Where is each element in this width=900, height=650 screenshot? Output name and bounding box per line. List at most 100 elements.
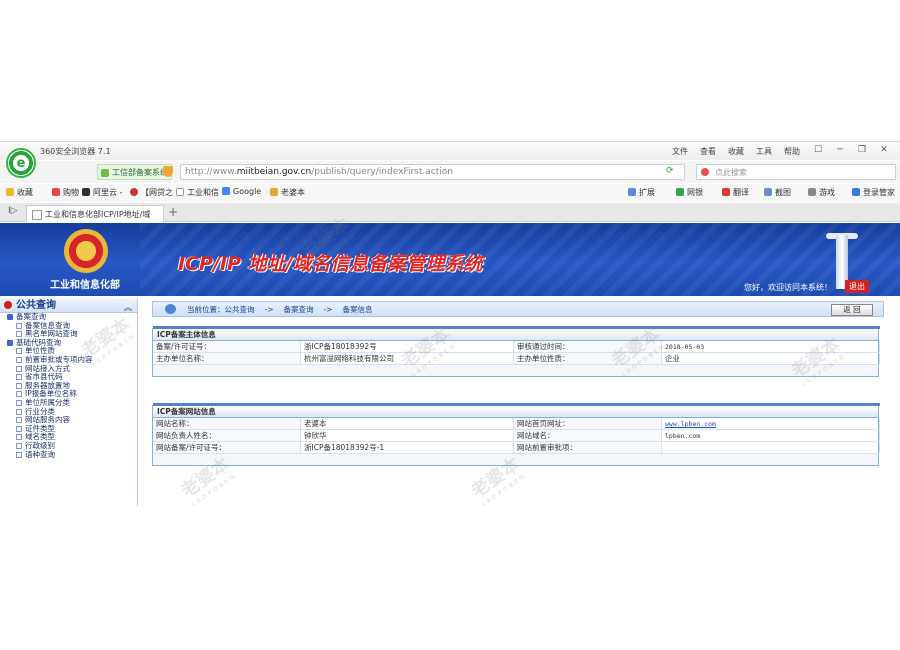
location-icon — [165, 304, 176, 314]
web-page: 工业和信息化部 ICP/IP 地址/域名信息备案管理系统 您好，欢迎访问本系统！… — [0, 214, 900, 509]
field-label: 备案/许可证号： — [153, 341, 301, 353]
red-dot-icon — [4, 301, 12, 309]
field-label: 网站首页网址： — [514, 418, 662, 430]
breadcrumb: 当前位置：公共查询 -> 备案查询 -> 备案信息 — [152, 301, 884, 317]
toolbar-login-manager[interactable]: 登录管家 — [852, 187, 895, 198]
page-icon — [16, 434, 22, 441]
site-tag[interactable]: 工信部备案系统 — [97, 164, 172, 180]
system-title: ICP/IP 地址/域名信息备案管理系统 — [178, 253, 483, 275]
site-table: 网站名称： 老婆本 网站首页网址： www.lpben.com 网站负责人姓名： 钟欣华网… — [153, 418, 880, 454]
bookmarks-bar: 收藏 购物 阿里云 - 【网贷之 工业和信 Google 老婆本 扩展 网银 翻… — [0, 184, 900, 202]
url-input[interactable]: http://www.miitbeian.gov.cn/publish/quer… — [180, 164, 685, 180]
sidebar-item-label: 语种查询 — [25, 449, 55, 459]
main-content: 当前位置：公共查询 -> 备案查询 -> 备案信息 返 回 ICP备案主体信息 备案/许… — [144, 298, 894, 506]
sidebar-header[interactable]: 公共查询 ︽ — [0, 298, 137, 313]
page-icon — [16, 408, 22, 415]
field-label: 主办单位名称： — [153, 353, 301, 365]
field-label: 网站负责人姓名： — [153, 430, 301, 442]
page-icon — [16, 348, 22, 355]
sidebar: 公共查询 ︽ 备案查询 备案信息查询 黑名单网站查询 基础代码查询 单位性质 前置审批或专项… — [0, 298, 138, 506]
field-value — [662, 442, 880, 454]
field-value[interactable]: www.lpben.com — [662, 418, 880, 430]
field-value: lpben.com — [662, 430, 880, 442]
new-tab-icon[interactable]: + — [168, 205, 178, 219]
tab-bar: I▷ 工业和信息化部ICP/IP地址/域 + — [0, 203, 900, 222]
back-button[interactable]: 返 回 — [831, 304, 873, 316]
bookmark-laopoben[interactable]: 老婆本 — [270, 187, 305, 198]
field-value: 钟欣华 — [301, 430, 514, 442]
page-icon — [16, 417, 22, 424]
bookmark-aliyun[interactable]: 阿里云 - — [82, 187, 122, 198]
sidebar-item[interactable]: 行政级别 — [0, 441, 137, 451]
page-icon — [16, 356, 22, 363]
national-emblem-icon — [64, 229, 108, 273]
field-value: 2018-05-03 — [662, 341, 880, 353]
toolbar-screenshot[interactable]: 截图 — [764, 187, 791, 198]
menu-file[interactable]: 文件 — [672, 146, 688, 157]
sidebar-item[interactable]: 语种查询 — [0, 449, 137, 460]
breadcrumb-item: 备案信息 — [342, 305, 373, 314]
bookmark-google[interactable]: Google — [222, 187, 261, 196]
field-label: 主办单位性质： — [514, 353, 662, 365]
logout-button[interactable]: 退出 — [845, 280, 869, 293]
panel-title: ICP备案网站信息 — [157, 407, 216, 416]
refresh-icon[interactable]: ⟳ — [666, 166, 674, 176]
page-icon — [16, 391, 22, 398]
page-icon — [16, 451, 22, 458]
page-icon — [16, 374, 22, 381]
tab-nav-icon[interactable]: I▷ — [8, 206, 18, 216]
field-value: 老婆本 — [301, 418, 514, 430]
page-icon — [16, 322, 22, 329]
subject-table: 备案/许可证号： 浙ICP备18018392号 审核通过时间： 2018-05-03 主… — [153, 341, 880, 365]
page-icon — [16, 331, 22, 338]
field-value: 浙ICP备18018392号 — [301, 341, 514, 353]
skin-icon[interactable]: ☐ — [810, 144, 826, 156]
bookmark-shopping[interactable]: 购物 — [52, 187, 79, 198]
menu-help[interactable]: 帮助 — [784, 146, 800, 157]
menu-tools[interactable]: 工具 — [756, 146, 772, 157]
browser-logo-icon[interactable]: e — [6, 148, 36, 178]
page-icon — [16, 399, 22, 406]
sidebar-group[interactable]: 基础代码查询 — [0, 338, 137, 348]
sidebar-item[interactable]: 证件类型 — [0, 424, 137, 434]
sidebar-item[interactable]: 网站服务内容 — [0, 415, 137, 425]
folder-icon — [7, 339, 13, 346]
toolbar-extensions[interactable]: 扩展 — [628, 187, 655, 198]
welcome-text: 您好，欢迎访问本系统！ — [744, 283, 832, 292]
browser-window: 360安全浏览器 7.1 文件 查看 收藏 工具 帮助 ☐ ─ ❐ ✕ e 工信… — [0, 141, 900, 509]
toolbar-translate[interactable]: 翻译 — [722, 187, 749, 198]
field-label: 网站前置审批项： — [514, 442, 662, 454]
sidebar-item[interactable]: 域名类型 — [0, 433, 137, 442]
breadcrumb-prefix: 当前位置： — [187, 305, 225, 314]
close-icon[interactable]: ✕ — [876, 144, 892, 156]
ministry-name: 工业和信息化部 — [50, 280, 120, 291]
breadcrumb-item[interactable]: 备案查询 — [284, 305, 314, 314]
toolbar-bank[interactable]: 网银 — [676, 187, 703, 198]
field-label: 网站备案/许可证号： — [153, 442, 301, 454]
address-bar: 工信部备案系统 http://www.miitbeian.gov.cn/publ… — [0, 161, 900, 183]
page-icon — [16, 425, 22, 432]
bookmark-favorites[interactable]: 收藏 — [6, 187, 33, 198]
security-shield-icon[interactable] — [163, 166, 173, 177]
bookmark-loan[interactable]: 【网贷之 — [130, 187, 173, 198]
minimize-icon[interactable]: ─ — [832, 144, 848, 156]
site-banner: 工业和信息化部 ICP/IP 地址/域名信息备案管理系统 您好，欢迎访问本系统！… — [0, 223, 900, 296]
field-label: 网站域名： — [514, 430, 662, 442]
sidebar-item[interactable]: 网站接入方式 — [0, 364, 137, 374]
menu-view[interactable]: 查看 — [700, 146, 716, 157]
sidebar-item[interactable]: 单位所属分类 — [0, 398, 137, 408]
maximize-icon[interactable]: ❐ — [854, 144, 870, 156]
toolbar-games[interactable]: 游戏 — [808, 187, 835, 198]
panel-title: ICP备案主体信息 — [157, 330, 216, 339]
window-controls: ☐ ─ ❐ ✕ — [810, 144, 892, 156]
menu-favorites[interactable]: 收藏 — [728, 146, 744, 157]
title-bar: 360安全浏览器 7.1 文件 查看 收藏 工具 帮助 ☐ ─ ❐ ✕ — [0, 142, 900, 160]
tab-active[interactable]: 工业和信息化部ICP/IP地址/域 — [26, 205, 164, 222]
page-icon — [16, 382, 22, 389]
field-value: 企业 — [662, 353, 880, 365]
field-label: 网站名称： — [153, 418, 301, 430]
search-input[interactable]: 点此搜索 — [696, 164, 896, 180]
field-value: 杭州富溢网络科技有限公司 — [301, 353, 514, 365]
bookmark-miit[interactable]: 工业和信 — [176, 187, 219, 198]
breadcrumb-item[interactable]: 公共查询 — [225, 305, 255, 314]
